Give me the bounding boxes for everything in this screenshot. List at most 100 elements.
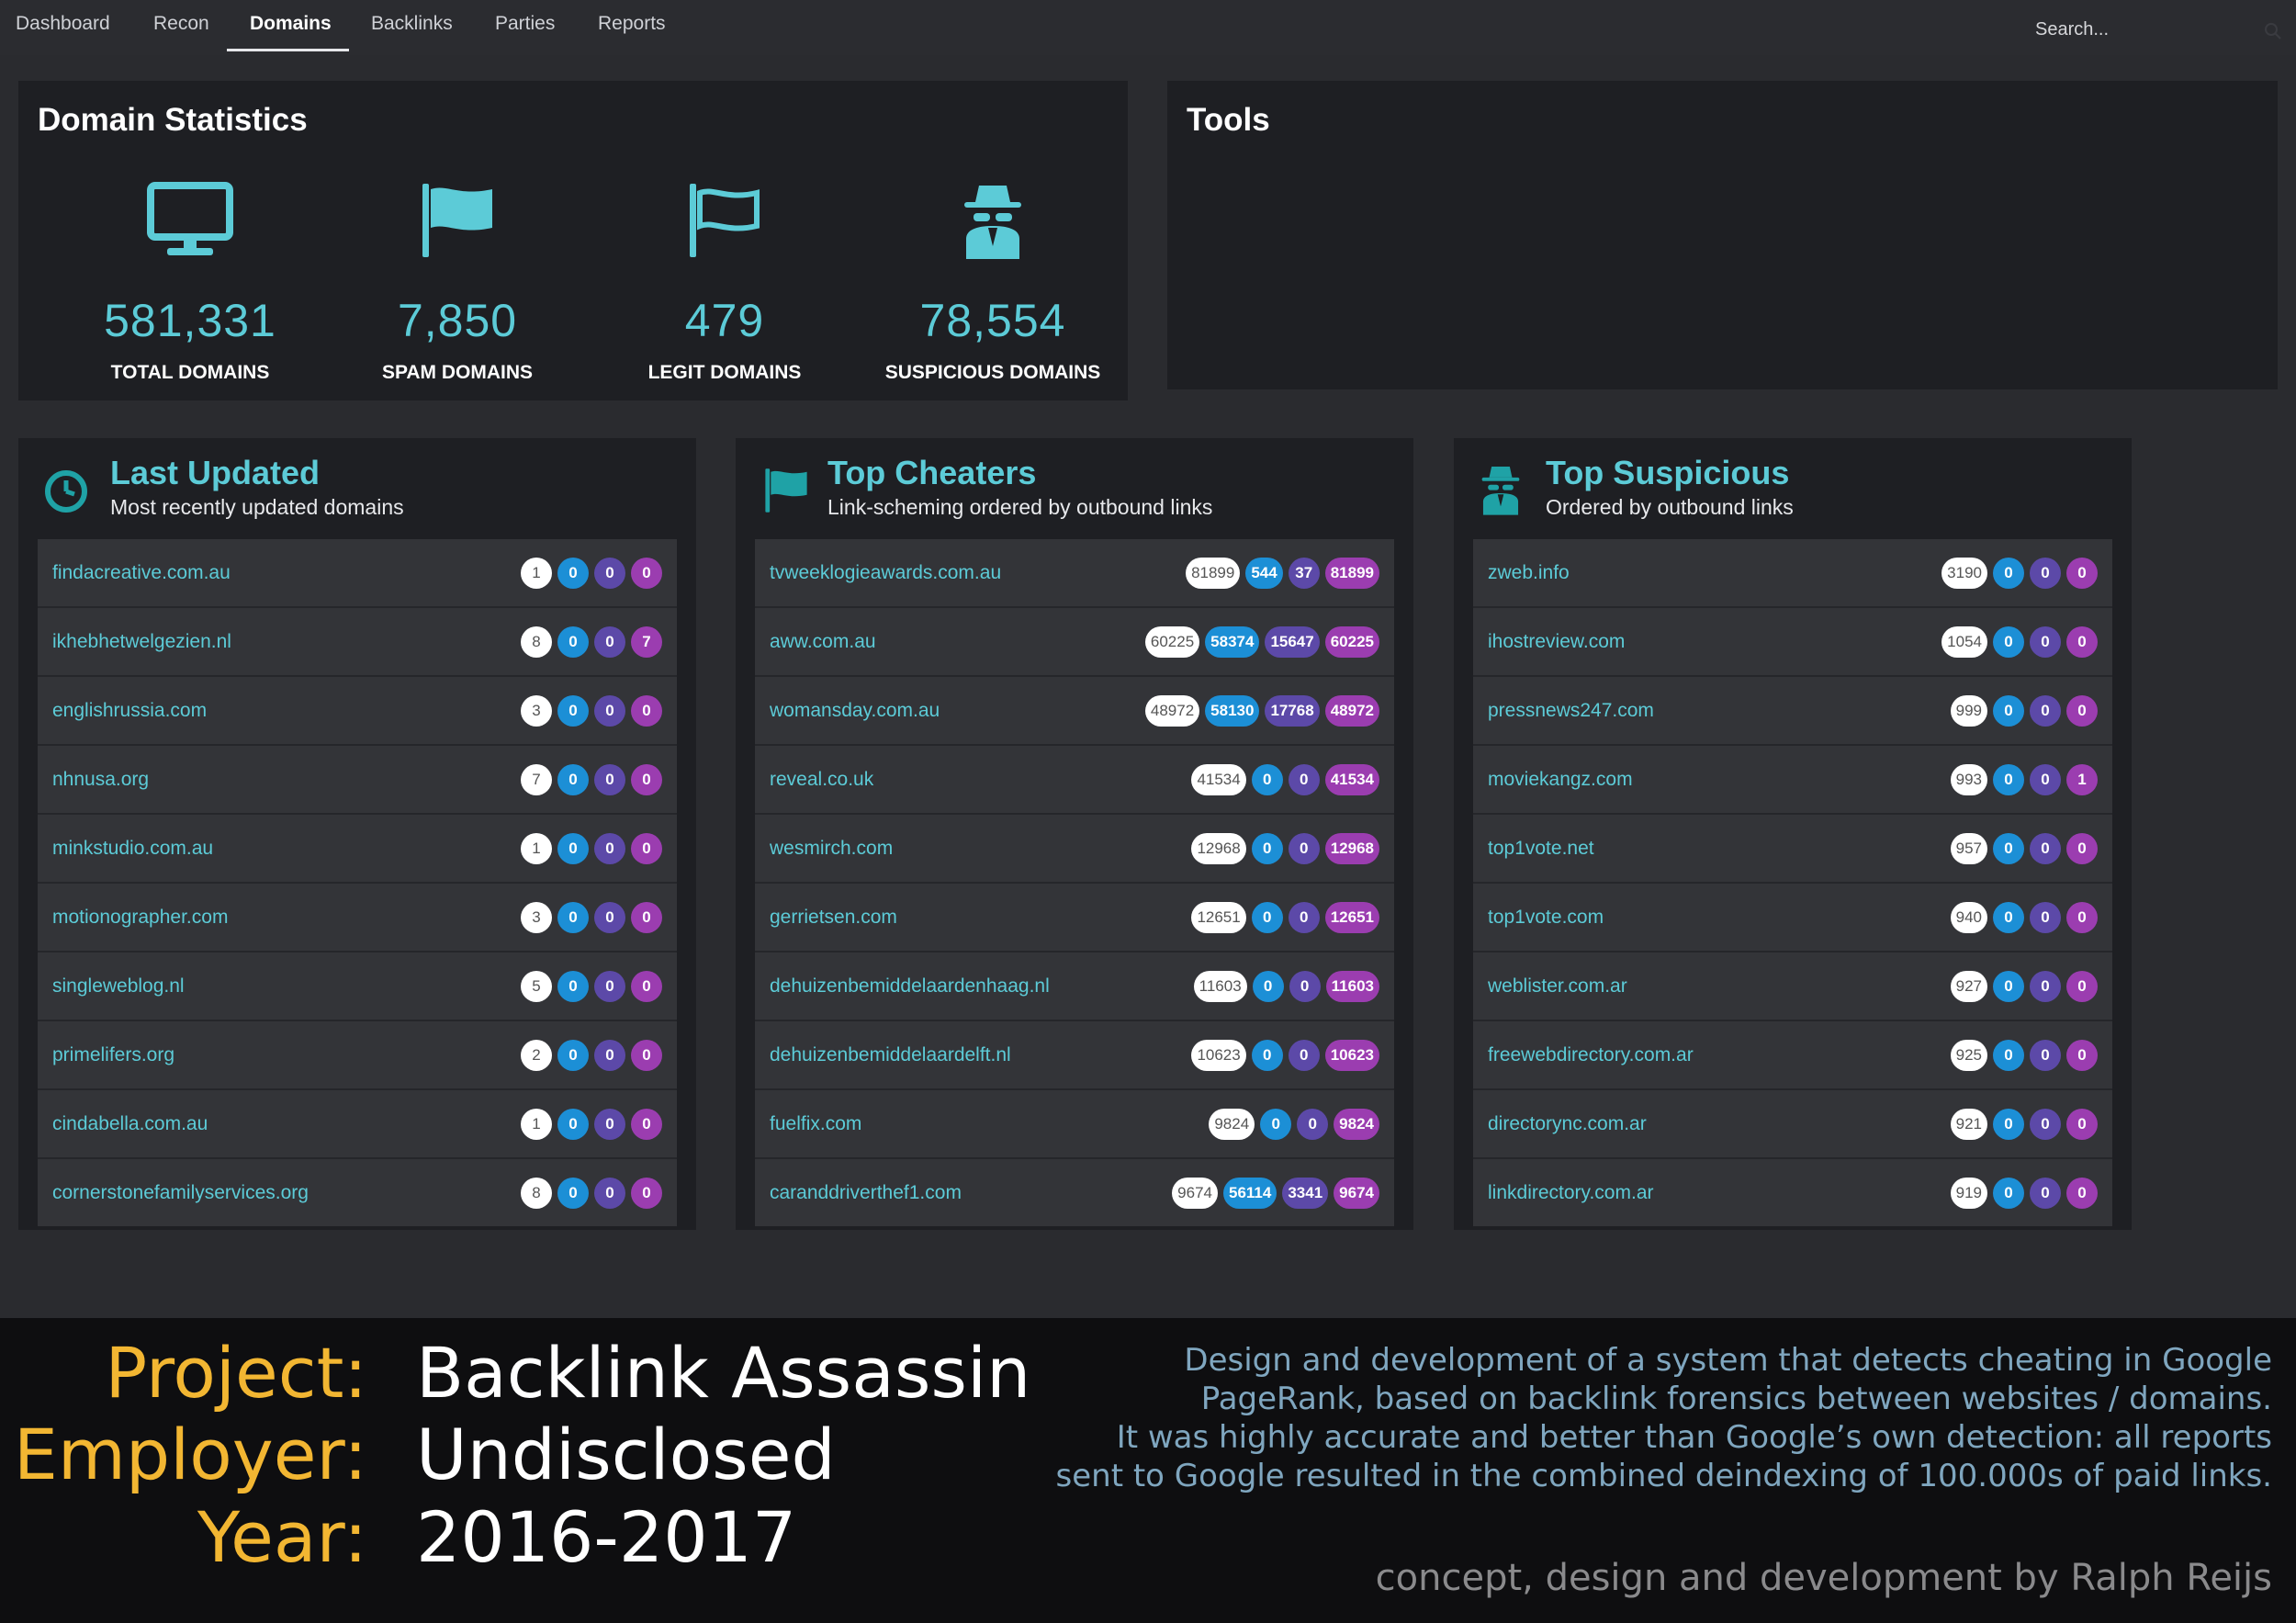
domain-link[interactable]: womansday.com.au (770, 677, 940, 744)
table-row[interactable]: ihostreview.com 1054 0 0 0 (1473, 608, 2112, 677)
domain-link[interactable]: pressnews247.com (1488, 677, 1654, 744)
badge-total: 921 (1950, 1109, 1987, 1140)
table-row[interactable]: womansday.com.au 48972 58130 17768 48972 (755, 677, 1394, 746)
domain-link[interactable]: tvweeklogieawards.com.au (770, 539, 1001, 606)
table-row[interactable]: linkdirectory.com.ar 919 0 0 0 (1473, 1159, 2112, 1226)
count-badges: 3000 (521, 695, 662, 727)
domain-link[interactable]: minkstudio.com.au (52, 815, 213, 882)
table-row[interactable]: cindabella.com.au 1 0 0 0 (38, 1090, 677, 1159)
domain-link[interactable]: fuelfix.com (770, 1090, 861, 1157)
domain-link[interactable]: top1vote.com (1488, 884, 1604, 951)
search-icon[interactable] (2264, 22, 2282, 40)
badge-total: 10623 (1191, 1040, 1246, 1071)
table-row[interactable]: moviekangz.com 993 0 0 1 (1473, 746, 2112, 815)
panel-title: Tools (1187, 102, 1270, 138)
table-row[interactable]: top1vote.net 957 0 0 0 (1473, 815, 2112, 884)
domain-link[interactable]: cornerstonefamilyservices.org (52, 1159, 309, 1226)
table-row[interactable]: nhnusa.org 7 0 0 0 (38, 746, 677, 815)
domain-link[interactable]: findacreative.com.au (52, 539, 231, 606)
table-row[interactable]: caranddriverthef1.com 9674 56114 3341 9674 (755, 1159, 1394, 1226)
badge-purple: 9674 (1334, 1178, 1379, 1209)
table-row[interactable]: primelifers.org 2 0 0 0 (38, 1021, 677, 1090)
table-row[interactable]: freewebdirectory.com.ar 925 0 0 0 (1473, 1021, 2112, 1090)
domain-link[interactable]: wesmirch.com (770, 815, 893, 882)
domain-link[interactable]: aww.com.au (770, 608, 876, 675)
card-title: Top Suspicious (1546, 454, 1790, 491)
badge-total: 8 (521, 626, 552, 658)
domain-link[interactable]: dehuizenbemiddelaardelft.nl (770, 1021, 1011, 1088)
domain-link[interactable]: caranddriverthef1.com (770, 1159, 962, 1226)
table-row[interactable]: wesmirch.com 12968 0 0 12968 (755, 815, 1394, 884)
nav-backlinks[interactable]: Backlinks (371, 0, 453, 51)
domain-link[interactable]: top1vote.net (1488, 815, 1594, 882)
table-row[interactable]: directorync.com.ar 921 0 0 0 (1473, 1090, 2112, 1159)
count-badges: 919 0 0 0 (1950, 1178, 2098, 1209)
badge-purple: 0 (2066, 971, 2098, 1002)
monitor-icon (147, 182, 233, 255)
table-row[interactable]: fuelfix.com 9824 0 0 9824 (755, 1090, 1394, 1159)
nav-parties[interactable]: Parties (495, 0, 555, 51)
nav-recon[interactable]: Recon (153, 0, 209, 51)
count-badges: 41534 0 0 41534 (1191, 764, 1379, 795)
domain-link[interactable]: weblister.com.ar (1488, 952, 1627, 1020)
count-badges: 1000 (521, 558, 662, 589)
nav-dashboard[interactable]: Dashboard (16, 0, 110, 51)
badge-blue: 0 (1252, 971, 1284, 1002)
domain-link[interactable]: zweb.info (1488, 539, 1570, 606)
domain-link[interactable]: directorync.com.ar (1488, 1090, 1647, 1157)
count-badges: 1000 (521, 833, 662, 864)
employer-label: Employer: (13, 1414, 367, 1495)
badge-indigo: 0 (2030, 626, 2061, 658)
table-row[interactable]: aww.com.au 60225 58374 15647 60225 (755, 608, 1394, 677)
domain-link[interactable]: ikhebhetwelgezien.nl (52, 608, 231, 675)
badge-blue: 0 (1993, 695, 2024, 727)
table-row[interactable]: zweb.info 3190 0 0 0 (1473, 539, 2112, 608)
table-row[interactable]: weblister.com.ar 927 0 0 0 (1473, 952, 2112, 1021)
table-row[interactable]: dehuizenbemiddelaardenhaag.nl 11603 0 0 1160… (755, 952, 1394, 1021)
domain-link[interactable]: motionographer.com (52, 884, 228, 951)
table-row[interactable]: singleweblog.nl 5 0 0 0 (38, 952, 677, 1021)
table-row[interactable]: gerrietsen.com 12651 0 0 12651 (755, 884, 1394, 952)
table-row[interactable]: findacreative.com.au 1 0 0 0 (38, 539, 677, 608)
badge-total: 1 (521, 558, 552, 589)
domain-link[interactable]: moviekangz.com (1488, 746, 1633, 813)
domain-link[interactable]: cindabella.com.au (52, 1090, 208, 1157)
table-row[interactable]: tvweeklogieawards.com.au 81899 544 37 81899 (755, 539, 1394, 608)
employer-value: Undisclosed (416, 1414, 836, 1495)
badge-indigo: 17768 (1265, 695, 1320, 727)
table-row[interactable]: dehuizenbemiddelaardelft.nl 10623 0 0 10623 (755, 1021, 1394, 1090)
flag-outline-icon (690, 184, 760, 257)
table-row[interactable]: englishrussia.com 3 0 0 0 (38, 677, 677, 746)
stat-value: 7,850 (397, 295, 518, 346)
badge-indigo: 37 (1288, 558, 1320, 589)
domain-link[interactable]: dehuizenbemiddelaardenhaag.nl (770, 952, 1050, 1020)
table-row[interactable]: reveal.co.uk 41534 0 0 41534 (755, 746, 1394, 815)
table-row[interactable]: top1vote.com 940 0 0 0 (1473, 884, 2112, 952)
badge-total: 957 (1950, 833, 1987, 864)
count-badges: 9824 0 0 9824 (1209, 1109, 1379, 1140)
badge-indigo: 0 (1297, 1109, 1329, 1140)
nav-domains[interactable]: Domains (250, 0, 332, 51)
table-row[interactable]: minkstudio.com.au 1 0 0 0 (38, 815, 677, 884)
table-row[interactable]: ikhebhetwelgezien.nl 8 0 0 7 (38, 608, 677, 677)
domain-link[interactable]: gerrietsen.com (770, 884, 897, 951)
nav-reports[interactable]: Reports (598, 0, 666, 51)
table-row[interactable]: pressnews247.com 999 0 0 0 (1473, 677, 2112, 746)
domain-link[interactable]: reveal.co.uk (770, 746, 873, 813)
table-row[interactable]: motionographer.com 3 0 0 0 (38, 884, 677, 952)
badge-blue: 0 (1993, 764, 2024, 795)
domain-link[interactable]: primelifers.org (52, 1021, 174, 1088)
domain-link[interactable]: englishrussia.com (52, 677, 207, 744)
domain-link[interactable]: linkdirectory.com.ar (1488, 1159, 1654, 1226)
description-line: PageRank, based on backlink forensics be… (1200, 1381, 2272, 1417)
card-title: Top Cheaters (827, 454, 1037, 491)
tools-panel: Tools (1167, 81, 2278, 389)
domain-link[interactable]: nhnusa.org (52, 746, 149, 813)
search-input[interactable] (2020, 13, 2270, 46)
domain-link[interactable]: freewebdirectory.com.ar (1488, 1021, 1694, 1088)
badge-purple: 9824 (1334, 1109, 1379, 1140)
domain-link[interactable]: singleweblog.nl (52, 952, 185, 1020)
domain-link[interactable]: ihostreview.com (1488, 608, 1625, 675)
table-row[interactable]: cornerstonefamilyservices.org 8 0 0 0 (38, 1159, 677, 1226)
badge-purple: 0 (631, 1178, 662, 1209)
